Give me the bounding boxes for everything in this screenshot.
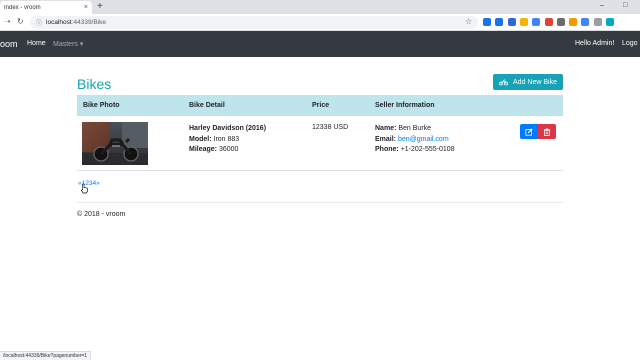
nav-masters-label: Masters [53, 41, 78, 48]
browser-extension-icon[interactable] [556, 18, 565, 26]
bike-model-line: Model: Iron 883 [189, 135, 266, 146]
maximize-button[interactable]: □ [623, 1, 627, 11]
seller-email-link[interactable]: ben@gmail.com [398, 136, 449, 143]
seller-name-line: Name: Ben Burke [375, 124, 455, 135]
motorcycle-icon [499, 79, 508, 85]
forward-icon[interactable]: ➝ [4, 17, 11, 27]
browser-extension-icon[interactable] [581, 18, 590, 26]
footer-divider [77, 202, 563, 203]
caret-down-icon: ▾ [79, 41, 84, 48]
table-row: Harley Davidson (2016) Model: Iron 883 M… [77, 116, 563, 171]
column-header-photo: Bike Photo [83, 102, 120, 109]
browser-toolbar: ➝ ↻ ⓘ localhost :44339/Bike ☆ [0, 14, 640, 31]
bike-model: Iron 883 [213, 135, 240, 143]
seller-name-label: Name: [375, 125, 397, 132]
browser-extension-icon[interactable] [495, 18, 504, 26]
greeting-text: Hello Admin! [575, 40, 615, 47]
site-navbar: oom Home Masters ▾ Hello Admin! Logo [0, 31, 640, 57]
close-tab-icon[interactable]: × [84, 4, 88, 11]
browser-extension-icon[interactable] [544, 18, 553, 26]
bike-price: 12338 USD [312, 124, 349, 131]
browser-status-url: /localhost:44339/Bike?pagenumber=1 [0, 351, 92, 360]
edit-icon [525, 127, 533, 136]
bike-mileage: 36000 [218, 146, 239, 153]
seller-phone-line: Phone: +1-202-555-0108 [375, 145, 455, 156]
column-header-price: Price [312, 102, 330, 109]
seller-email-label: Email: [375, 135, 397, 143]
bikes-table: Bike Photo Bike Detail Price Seller Info… [77, 95, 563, 171]
seller-name: Ben Burke [398, 125, 432, 132]
new-tab-button[interactable]: + [97, 1, 103, 13]
edit-button[interactable] [520, 124, 538, 139]
url-host: localhost [46, 19, 72, 26]
seller-phone: +1-202-555-0108 [400, 146, 455, 153]
browser-tab[interactable]: Index - vroom × [0, 1, 92, 14]
column-header-detail: Bike Detail [189, 102, 225, 109]
logout-link[interactable]: Logo [622, 40, 638, 47]
address-bar[interactable]: ⓘ localhost :44339/Bike [30, 16, 478, 29]
bike-mileage-line: Mileage: 36000 [189, 145, 266, 156]
minimize-button[interactable]: – [600, 1, 604, 11]
bike-name: Harley Davidson (2016) [189, 125, 267, 132]
add-new-bike-label: Add New Bike [513, 78, 557, 86]
seller-phone-label: Phone: [375, 146, 399, 153]
browser-extension-icon[interactable] [519, 18, 528, 26]
column-header-seller: Seller Information [375, 102, 435, 109]
footer-text: © 2018 - vroom [77, 211, 126, 218]
url-path: :44339/Bike [71, 19, 107, 26]
browser-extension-icon[interactable] [532, 18, 541, 26]
seller-email-line: Email: ben@gmail.com [375, 135, 455, 146]
motorcycle-silhouette [93, 137, 139, 162]
browser-extension-icon[interactable] [507, 18, 516, 26]
tab-title: Index - vroom [4, 4, 41, 11]
site-brand[interactable]: oom [0, 39, 18, 49]
table-header: Bike Photo Bike Detail Price Seller Info… [77, 95, 563, 116]
reload-icon[interactable]: ↻ [17, 17, 24, 27]
add-new-bike-button[interactable]: Add New Bike [493, 74, 563, 90]
bike-mileage-label: Mileage: [189, 146, 218, 153]
hand-cursor-icon [80, 183, 88, 194]
browser-tab-strip: Index - vroom × + – □ [0, 0, 640, 14]
info-icon[interactable]: ⓘ [36, 18, 42, 27]
bike-model-label: Model: [189, 135, 212, 143]
bike-photo [82, 122, 148, 165]
browser-extension-icon[interactable] [593, 18, 602, 26]
browser-extension-icon[interactable] [606, 18, 614, 26]
page-title: Bikes [77, 76, 112, 92]
browser-extension-icon[interactable] [483, 18, 491, 26]
nav-home-link[interactable]: Home [27, 40, 46, 47]
delete-button[interactable] [538, 124, 556, 139]
seller-info: Name: Ben Burke Email: ben@gmail.com Pho… [375, 124, 455, 156]
nav-masters-dropdown[interactable]: Masters ▾ [53, 40, 83, 48]
browser-extension-icon[interactable] [569, 18, 578, 26]
bookmark-star-icon[interactable]: ☆ [465, 17, 472, 26]
trash-icon [543, 127, 551, 136]
bike-detail: Harley Davidson (2016) Model: Iron 883 M… [189, 124, 266, 156]
